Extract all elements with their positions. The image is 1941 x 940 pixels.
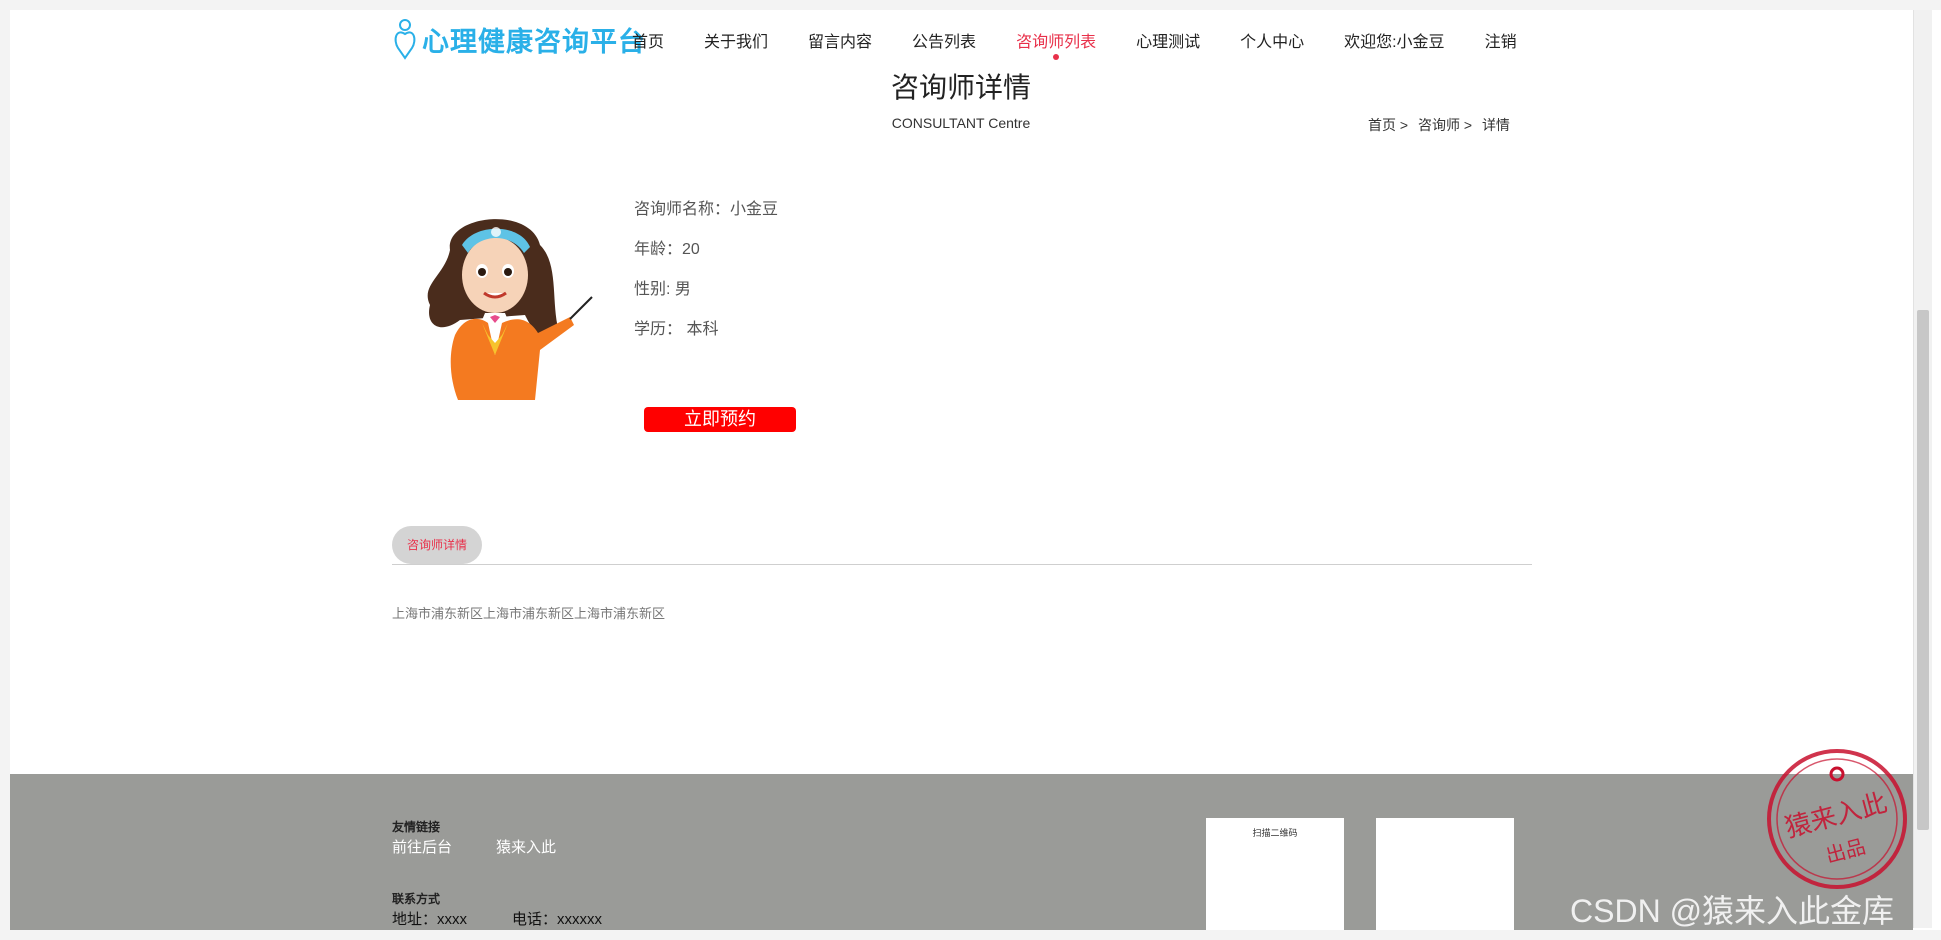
consultant-avatar (427, 219, 593, 400)
site-logo[interactable]: 心理健康咨询平台 (392, 18, 646, 60)
svg-text:出品: 出品 (1823, 834, 1868, 868)
consultant-education: 学历： 本科 (634, 321, 719, 338)
breadcrumb-home[interactable]: 首页 > (1368, 117, 1408, 133)
footer-link-yuanlai[interactable]: 猿来入此 (496, 836, 556, 857)
consultant-gender: 性别: 男 (634, 281, 691, 298)
nav-item-logout[interactable]: 注销 (1485, 28, 1517, 52)
footer-phone: 电话：xxxxxx (512, 911, 603, 928)
breadcrumb: 首页 > 咨询师 > 详情 (1368, 115, 1516, 135)
browser-frame-left (0, 0, 10, 940)
scrollbar-thumb[interactable] (1917, 310, 1929, 830)
consultant-age: 年龄：20 (634, 241, 700, 258)
nav-item-tests[interactable]: 心理测试 (1136, 28, 1200, 52)
nav-item-consultants[interactable]: 咨询师列表 (1016, 28, 1097, 60)
qr-caption: 扫描二维码 (1252, 828, 1298, 838)
footer-link-admin[interactable]: 前往后台 (392, 836, 452, 857)
page-subtitle: CONSULTANT Centre (891, 115, 1031, 131)
vertical-scrollbar[interactable] (1913, 10, 1932, 928)
breadcrumb-consultants[interactable]: 咨询师 > (1418, 117, 1472, 133)
page-title: 咨询师详情 (890, 72, 1031, 103)
footer-links-heading: 友情链接 (392, 820, 441, 834)
browser-frame-top (0, 0, 1941, 10)
nav-item-profile[interactable]: 个人中心 (1240, 28, 1304, 52)
consultant-name: 咨询师名称：小金豆 (634, 201, 779, 218)
footer-address: 地址：xxxx (392, 911, 468, 928)
nav-item-welcome-user[interactable]: 欢迎您:小金豆 (1344, 28, 1444, 52)
heart-person-icon (394, 19, 416, 60)
tab-divider (392, 564, 1532, 565)
tab-consultant-detail[interactable]: 咨询师详情 (392, 526, 482, 564)
nav-item-notices[interactable]: 公告列表 (912, 28, 976, 52)
qr-code-box-2 (1376, 818, 1514, 930)
book-now-button[interactable]: 立即预约 (644, 407, 796, 432)
nav-item-about[interactable]: 关于我们 (704, 28, 768, 52)
consultant-info: 咨询师名称：小金豆 年龄：20 性别: 男 学历： 本科 (634, 200, 778, 360)
nav-item-messages[interactable]: 留言内容 (808, 28, 872, 52)
breadcrumb-detail: 详情 (1481, 117, 1510, 133)
nav-item-consultants-label: 咨询师列表 (1016, 34, 1097, 51)
active-indicator-dot (1053, 54, 1060, 60)
main-nav: 首页 关于我们 留言内容 公告列表 咨询师列表 心理测试 个人中心 欢迎您:小金… (612, 28, 1537, 60)
seal-stamp: 猿来入此 出品 (1767, 749, 1907, 889)
nav-item-home[interactable]: 首页 (632, 28, 664, 52)
footer-contact-heading: 联系方式 (392, 892, 441, 906)
svg-text:猿来入此: 猿来入此 (1782, 788, 1890, 844)
consultant-description: 上海市浦东新区上海市浦东新区上海市浦东新区 (392, 606, 666, 621)
qr-code-box: 扫描二维码 (1206, 818, 1344, 930)
